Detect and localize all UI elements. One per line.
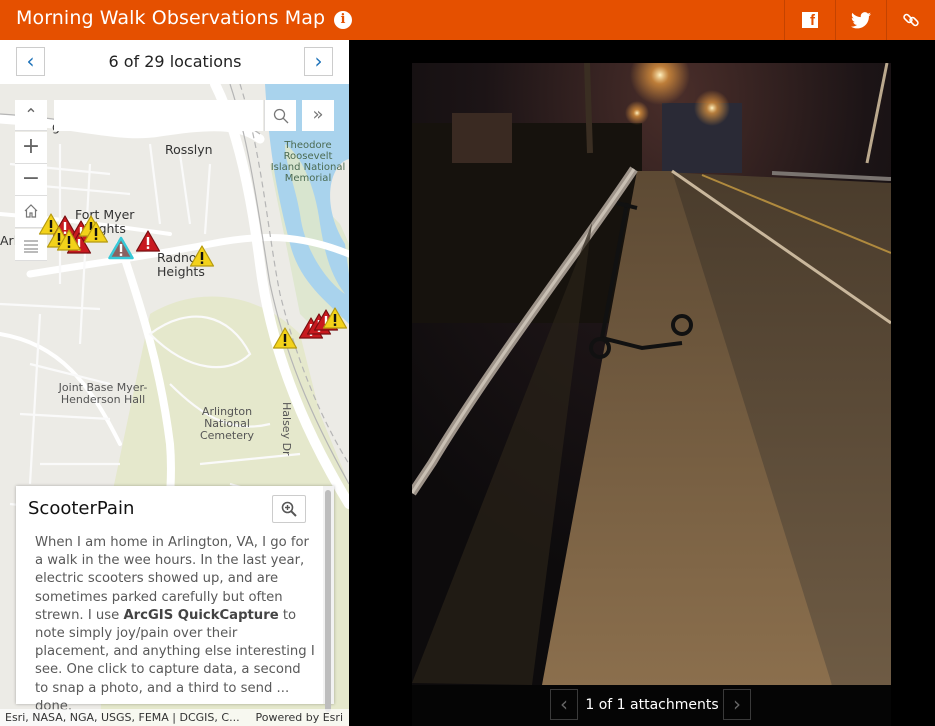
chevron-left-icon: ‹ bbox=[560, 692, 568, 716]
map-attribution: Esri, NASA, NGA, USGS, FEMA | DCGIS, C..… bbox=[0, 709, 349, 726]
map-label-rosslyn: Rosslyn bbox=[165, 142, 213, 157]
previous-location-button[interactable]: ‹ bbox=[16, 47, 45, 76]
search-input[interactable] bbox=[54, 100, 263, 131]
popup-title: ScooterPain bbox=[28, 498, 135, 519]
chevron-right-double-icon: » bbox=[312, 104, 324, 125]
chevron-left-icon: ‹ bbox=[26, 49, 35, 73]
plus-icon: + bbox=[21, 134, 41, 159]
popup-description: When I am home in Arlington, VA, I go fo… bbox=[35, 534, 315, 716]
map-view[interactable]: ghlands Rosslyn Theodore Roosevelt Islan… bbox=[0, 84, 349, 726]
attachment-photo bbox=[412, 63, 891, 685]
warning-triangle-icon bbox=[135, 230, 161, 252]
link-icon bbox=[903, 13, 919, 27]
share-link-button[interactable] bbox=[886, 0, 935, 40]
collapse-toolbar-button[interactable]: ⌃ bbox=[15, 100, 47, 131]
minus-icon: − bbox=[21, 166, 41, 191]
observation-marker[interactable] bbox=[56, 228, 82, 252]
zoom-in-icon bbox=[281, 501, 297, 517]
observation-marker[interactable] bbox=[189, 244, 215, 268]
attachment-navigator: ‹ 1 of 1 attachments › bbox=[412, 685, 891, 726]
powered-by-esri[interactable]: Powered by Esri bbox=[255, 711, 343, 724]
scrollbar-thumb[interactable] bbox=[325, 490, 331, 712]
observation-marker[interactable] bbox=[83, 220, 109, 244]
observation-marker[interactable] bbox=[135, 229, 161, 253]
facebook-icon: f bbox=[802, 12, 818, 28]
warning-triangle-icon bbox=[83, 221, 109, 243]
popup-text-bold: ArcGIS QuickCapture bbox=[123, 607, 279, 623]
map-label-halsey-dr: Halsey Dr bbox=[280, 402, 293, 456]
zoom-to-feature-button[interactable] bbox=[272, 495, 306, 523]
feature-popup: ScooterPain When I am home in Arlington,… bbox=[16, 486, 334, 714]
left-panel: ‹ 6 of 29 locations › Rosslyn Theodore R… bbox=[0, 40, 349, 726]
twitter-icon bbox=[851, 11, 871, 28]
photo-scene bbox=[412, 63, 891, 685]
location-counter: 6 of 29 locations bbox=[108, 52, 242, 71]
next-location-button[interactable]: › bbox=[304, 47, 333, 76]
zoom-out-button[interactable]: − bbox=[15, 164, 47, 196]
app-header: Morning Walk Observations Map i f bbox=[0, 0, 935, 40]
warning-triangle-icon bbox=[108, 236, 134, 260]
popup-scrollbar[interactable] bbox=[323, 486, 334, 712]
map-label-roosevelt-island: Theodore Roosevelt Island National Memor… bbox=[270, 140, 346, 184]
search-button[interactable] bbox=[264, 100, 296, 131]
warning-triangle-icon bbox=[56, 229, 82, 251]
list-icon bbox=[24, 240, 38, 253]
attachment-counter: 1 of 1 attachments bbox=[585, 697, 719, 713]
next-attachment-button[interactable]: › bbox=[723, 689, 751, 720]
share-facebook-button[interactable]: f bbox=[784, 0, 835, 40]
warning-triangle-icon bbox=[189, 245, 215, 267]
selected-observation-marker[interactable] bbox=[108, 236, 134, 260]
chevron-right-icon: › bbox=[314, 49, 323, 73]
popup-text: to note simply joy/pain over their place… bbox=[35, 607, 315, 714]
zoom-in-button[interactable]: + bbox=[15, 132, 47, 164]
app-title: Morning Walk Observations Map bbox=[16, 7, 326, 29]
expand-button[interactable]: » bbox=[302, 100, 334, 131]
attachment-viewer: ‹ 1 of 1 attachments › bbox=[349, 40, 935, 726]
chevron-right-icon: › bbox=[733, 692, 741, 716]
observation-marker[interactable] bbox=[272, 326, 298, 350]
observation-marker[interactable] bbox=[322, 306, 348, 330]
home-icon bbox=[24, 204, 38, 218]
chevron-up-double-icon: ⌃ bbox=[24, 105, 38, 124]
location-navigator: ‹ 6 of 29 locations › bbox=[0, 40, 349, 84]
map-label-arlington-cemetery: Arlington National Cemetery bbox=[199, 405, 255, 442]
info-icon[interactable]: i bbox=[334, 11, 352, 29]
search-icon bbox=[273, 108, 288, 123]
previous-attachment-button[interactable]: ‹ bbox=[550, 689, 578, 720]
warning-triangle-icon bbox=[272, 327, 298, 349]
attribution-text[interactable]: Esri, NASA, NGA, USGS, FEMA | DCGIS, C..… bbox=[5, 711, 240, 724]
warning-triangle-icon bbox=[322, 307, 348, 329]
map-label-joint-base: Joint Base Myer-Henderson Hall bbox=[58, 381, 148, 406]
share-twitter-button[interactable] bbox=[835, 0, 886, 40]
